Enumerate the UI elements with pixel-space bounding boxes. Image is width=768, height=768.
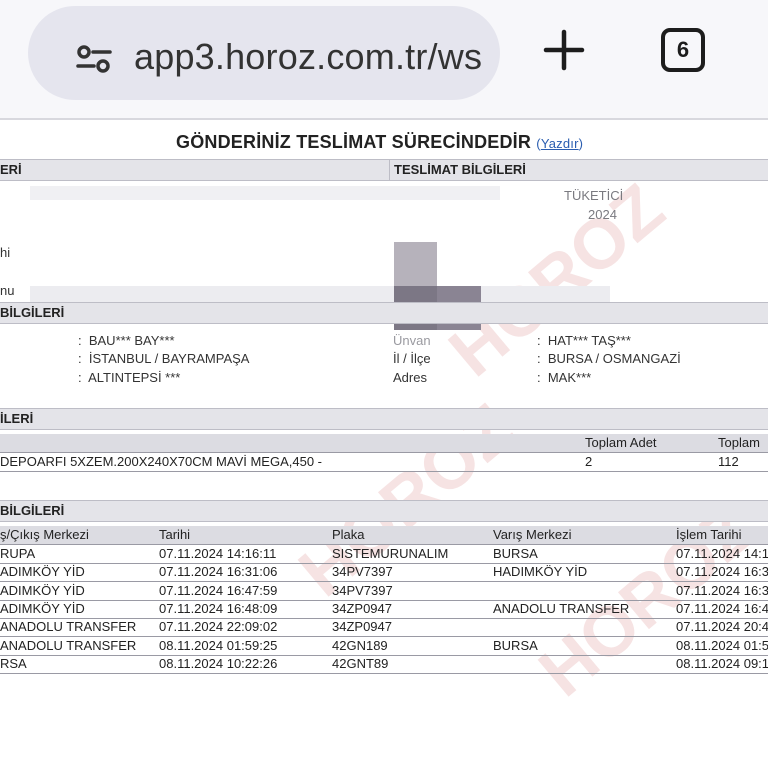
- section-title-products: İLERİ: [0, 411, 34, 426]
- plate: 34ZP0947: [332, 600, 392, 616]
- delivery-type-partial: TÜKETİCİ: [564, 188, 624, 203]
- plate: 42GN189: [332, 637, 388, 653]
- table-row: ADIMKÖY YİD 07.11.2024 16:47:59 34PV7397 07…: [0, 582, 768, 601]
- receiver-name-label: Ünvan: [393, 333, 431, 348]
- arrival-center: BURSA: [493, 637, 538, 653]
- section-header-products: İLERİ: [0, 408, 768, 430]
- movements-table-header: ş/Çıkış Merkezi Tarihi Plaka Varış Merke…: [0, 526, 768, 545]
- header-plate: Plaka: [332, 527, 365, 542]
- process-date: 07.11.2024 16:3: [676, 564, 768, 580]
- arrival-center: BURSA: [493, 546, 538, 561]
- movement-date: 08.11.2024 01:59:25: [159, 637, 278, 653]
- section-title-delivery: TESLİMAT BİLGİLERİ: [394, 162, 526, 177]
- url-text[interactable]: app3.horoz.com.tr/ws: [134, 36, 482, 78]
- departure-center: RSA: [0, 655, 27, 671]
- table-row: DEPOARFI 5XZEM.200X240X70CM MAVİ MEGA,45…: [0, 453, 768, 472]
- section-header-parties: BİLGİLERİ: [0, 302, 768, 324]
- movement-date: 07.11.2024 14:16:11: [159, 546, 277, 561]
- plate: SISTEMURUNALIM: [332, 546, 449, 561]
- tab-switcher-icon[interactable]: 6: [661, 28, 705, 72]
- print-paren-close: ): [578, 136, 584, 151]
- table-row: ADIMKÖY YİD 07.11.2024 16:48:09 34ZP0947 AN…: [0, 600, 768, 619]
- table-row: ADIMKÖY YİD 07.11.2024 16:31:06 34PV7397 HA…: [0, 563, 768, 583]
- receiver-city: : BURSA / OSMANGAZİ: [537, 351, 681, 366]
- delivery-date-partial: 2024: [588, 207, 617, 222]
- sender-name: : BAU*** BAY***: [78, 333, 175, 348]
- receiver-city-value: BURSA / OSMANGAZİ: [547, 351, 681, 366]
- page-title: GÖNDERİNİZ TESLİMAT SÜRECİNDEDİR (Yazdır…: [176, 132, 583, 153]
- receiver-name-value: HAT*** TAŞ***: [547, 333, 631, 348]
- plate: 42GNT89: [332, 655, 389, 671]
- section-divider: [389, 159, 390, 181]
- browser-toolbar: app3.horoz.com.tr/ws 6: [0, 0, 768, 118]
- receiver-address-value: MAK***: [547, 370, 592, 385]
- header-date: Tarihi: [159, 527, 191, 542]
- product-total: 112: [718, 454, 739, 469]
- process-date: 08.11.2024 09:1: [676, 655, 768, 671]
- departure-center: ADIMKÖY YİD: [0, 582, 85, 598]
- section-header-sender: ERİ TESLİMAT BİLGİLERİ: [0, 159, 768, 181]
- left-label-partial: hi: [0, 245, 11, 260]
- product-quantity: 2: [585, 454, 593, 469]
- redacted-area: [30, 186, 500, 200]
- sender-city-value: İSTANBUL / BAYRAMPAŞA: [88, 351, 250, 366]
- products-table-header: Toplam Adet Toplam: [0, 434, 768, 453]
- process-date: 07.11.2024 20:4: [676, 619, 768, 635]
- header-total: Toplam: [718, 435, 760, 450]
- movement-date: 07.11.2024 16:31:06: [159, 564, 278, 580]
- plate: 34PV7397: [332, 582, 393, 598]
- table-row: ANADOLU TRANSFER 07.11.2024 22:09:02 34ZP0…: [0, 618, 768, 638]
- section-header-movements: BİLGİLERİ: [0, 500, 768, 522]
- page-title-text: GÖNDERİNİZ TESLİMAT SÜRECİNDEDİR: [176, 132, 532, 152]
- plate: 34ZP0947: [332, 619, 392, 635]
- plate: 34PV7397: [332, 564, 393, 580]
- section-title-sender: ERİ: [0, 162, 22, 177]
- departure-center: ADIMKÖY YİD: [0, 564, 85, 580]
- product-description: DEPOARFI 5XZEM.200X240X70CM MAVİ MEGA,45…: [0, 454, 322, 469]
- process-date: 08.11.2024 01:5: [676, 637, 768, 653]
- header-total-qty: Toplam Adet: [585, 435, 657, 450]
- table-row: ANADOLU TRANSFER 08.11.2024 01:59:25 42GN1…: [0, 637, 768, 656]
- redacted-area: [30, 286, 610, 302]
- process-date: 07.11.2024 14:1: [676, 546, 768, 561]
- left-label-partial: nu: [0, 283, 15, 298]
- process-date: 07.11.2024 16:3: [676, 582, 768, 598]
- receiver-name: : HAT*** TAŞ***: [537, 333, 631, 348]
- table-row: RUPA 07.11.2024 14:16:11 SISTEMURUNALIM BUR…: [0, 545, 768, 564]
- process-date: 07.11.2024 16:4: [676, 600, 768, 616]
- arrival-center: ANADOLU TRANSFER: [493, 600, 630, 616]
- departure-center: RUPA: [0, 546, 36, 561]
- plus-icon[interactable]: [540, 26, 588, 74]
- sender-address: : ALTINTEPSİ ***: [78, 370, 181, 385]
- section-title-parties: BİLGİLERİ: [0, 305, 65, 320]
- sender-city: : İSTANBUL / BAYRAMPAŞA: [78, 351, 250, 366]
- receiver-address: : MAK***: [537, 370, 592, 385]
- header-process-date: İşlem Tarihi: [676, 527, 742, 542]
- receiver-city-label: İl / İlçe: [393, 351, 431, 366]
- sender-name-value: BAU*** BAY***: [88, 333, 175, 348]
- section-title-movements: BİLGİLERİ: [0, 503, 65, 518]
- header-departure-center: ş/Çıkış Merkezi: [0, 527, 89, 542]
- departure-center: ANADOLU TRANSFER: [0, 637, 137, 653]
- departure-center: ADIMKÖY YİD: [0, 600, 85, 616]
- movement-date: 07.11.2024 16:47:59: [159, 582, 278, 598]
- redacted-area: [394, 242, 437, 286]
- print-link[interactable]: Yazdır: [541, 136, 579, 151]
- arrival-center: HADIMKÖY YİD: [493, 564, 588, 580]
- movement-date: 08.11.2024 10:22:26: [159, 655, 278, 671]
- sender-address-value: ALTINTEPSİ ***: [88, 370, 181, 385]
- tune-icon[interactable]: [76, 44, 112, 74]
- movement-date: 07.11.2024 22:09:02: [159, 619, 278, 635]
- table-row: RSA 08.11.2024 10:22:26 42GNT89 08.11.2024 …: [0, 655, 768, 674]
- receiver-address-label: Adres: [393, 370, 427, 385]
- departure-center: ANADOLU TRANSFER: [0, 619, 137, 635]
- address-bar[interactable]: app3.horoz.com.tr/ws: [28, 6, 500, 100]
- movement-date: 07.11.2024 16:48:09: [159, 600, 278, 616]
- header-arrival-center: Varış Merkezi: [493, 527, 572, 542]
